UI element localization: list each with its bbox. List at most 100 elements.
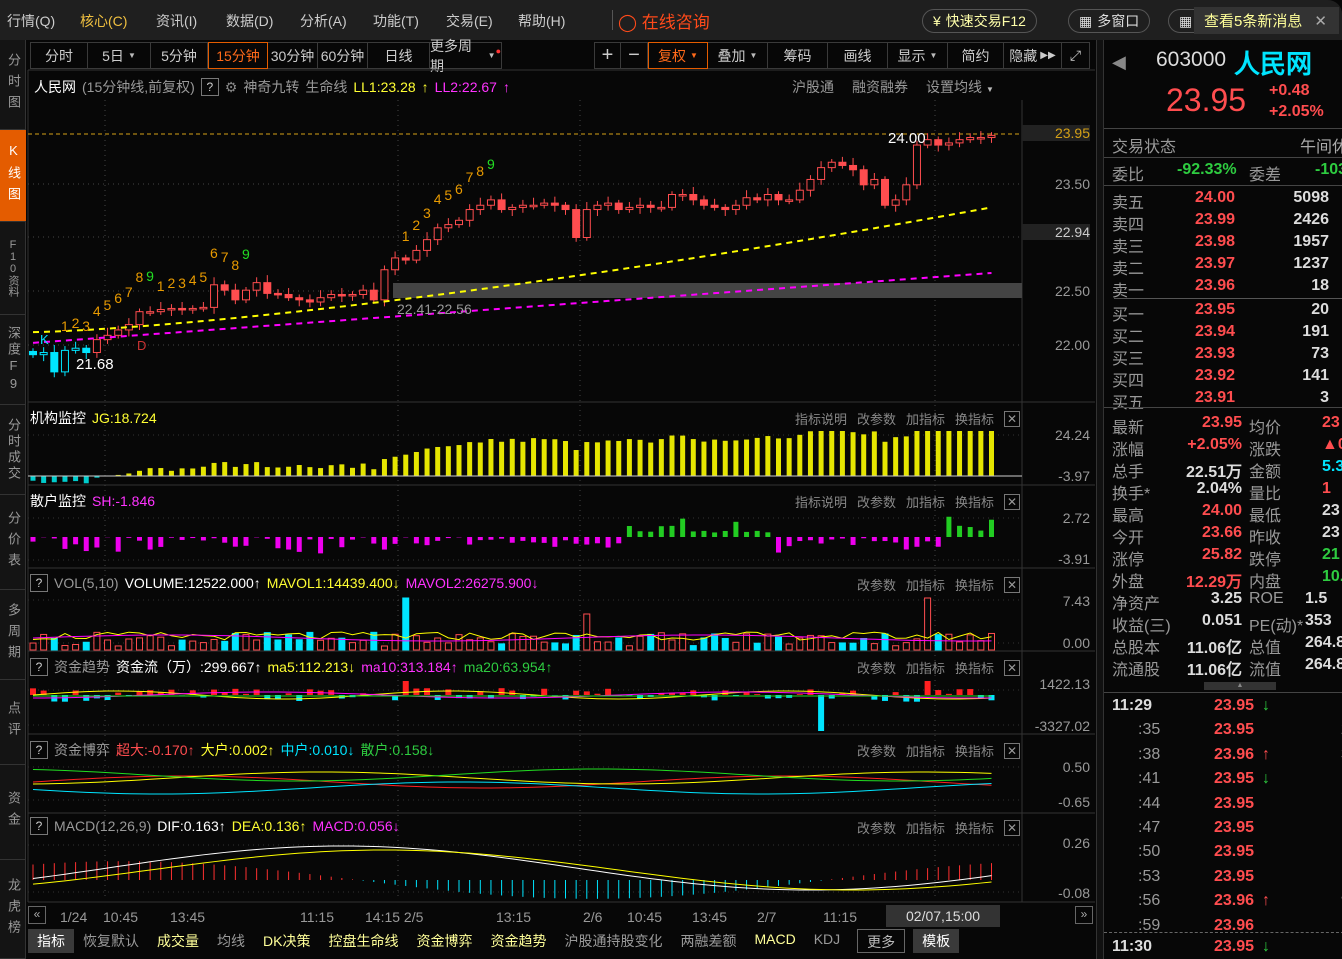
panel-tool-link[interactable]: 换指标 xyxy=(955,658,994,677)
panel-tool-link[interactable]: 换指标 xyxy=(955,492,994,511)
indicator-tab[interactable]: 控盘生命线 xyxy=(319,929,407,953)
sh-bar xyxy=(94,537,100,548)
indicator-tab[interactable]: KDJ xyxy=(805,929,849,953)
close-icon[interactable]: ✕ xyxy=(1004,819,1020,836)
cursor-time-label: 02/07,15:00 xyxy=(886,905,1000,927)
candle-body xyxy=(348,293,357,297)
panel-tool-link[interactable]: 加指标 xyxy=(906,575,945,594)
volume-bar xyxy=(434,637,442,651)
candle-body xyxy=(242,289,250,301)
candle-body xyxy=(178,307,187,311)
volume-bar xyxy=(61,645,69,651)
candle-body xyxy=(423,239,432,251)
candle-body xyxy=(29,350,37,356)
help-icon[interactable]: ? xyxy=(30,741,48,759)
panel-tool-link[interactable]: 改参数 xyxy=(857,658,896,677)
close-icon[interactable]: ✕ xyxy=(1004,410,1020,427)
volume-bar xyxy=(274,639,282,651)
panel-splitter[interactable] xyxy=(1096,40,1103,959)
close-icon[interactable]: ✕ xyxy=(1004,659,1020,676)
stat-value: 10.22 xyxy=(1322,568,1342,585)
panel-tool-link[interactable]: 加指标 xyxy=(906,409,945,428)
stat-row: 净资产 3.25 ROE 1.5 xyxy=(1112,590,1342,613)
panel-tool-link[interactable]: 加指标 xyxy=(906,741,945,760)
close-icon[interactable]: ✕ xyxy=(1004,742,1020,759)
panel-tool-link[interactable]: 改参数 xyxy=(857,818,896,837)
jg-bar xyxy=(307,467,313,476)
stat-label: 涨停 xyxy=(1112,552,1145,569)
indicator-tab[interactable]: 资金博弈 xyxy=(407,929,481,953)
candle-body xyxy=(210,284,219,308)
stat-label: 流值 xyxy=(1249,662,1282,679)
candle-body xyxy=(657,206,666,210)
kline-chart[interactable] xyxy=(0,0,1100,930)
indicator-tab[interactable]: 指标 xyxy=(28,929,74,953)
nine-turn-digit: 1 xyxy=(156,277,165,294)
indicator-tab[interactable]: 模板 xyxy=(913,929,960,953)
help-icon[interactable]: ? xyxy=(30,574,48,592)
stat-value: 23 xyxy=(1322,524,1340,541)
help-icon[interactable]: ? xyxy=(30,658,48,676)
candle-body xyxy=(817,167,826,180)
panel-tool-link[interactable]: 改参数 xyxy=(857,741,896,760)
scroll-right-button[interactable]: » xyxy=(1075,906,1093,924)
sh-bar xyxy=(413,537,419,544)
indicator-tab[interactable]: 沪股通持股变化 xyxy=(555,929,671,953)
sh-bar xyxy=(818,537,824,544)
tick-time: :41 xyxy=(1138,770,1161,788)
stat-label: 外盘 xyxy=(1112,574,1145,591)
indicator-tab[interactable]: 更多 xyxy=(857,929,906,953)
indicator-tab[interactable]: MACD xyxy=(745,929,804,953)
panel-tool-link[interactable]: 换指标 xyxy=(955,818,994,837)
indicator-explain-link[interactable]: 指标说明 xyxy=(795,409,847,428)
candle-body xyxy=(806,178,815,191)
volume-bar xyxy=(402,597,410,651)
panel-tool-link[interactable]: 换指标 xyxy=(955,409,994,428)
volume-bar xyxy=(508,633,516,651)
stat-label: 最低 xyxy=(1249,508,1282,525)
sh-bar xyxy=(392,537,398,544)
panel-value: 资金流（万）:299.667↑ xyxy=(116,659,262,675)
panel-tool-link[interactable]: 改参数 xyxy=(857,575,896,594)
stat-row: 最新 23.95 均价 23 xyxy=(1112,414,1342,437)
indicator-tab[interactable]: 资金趋势 xyxy=(481,929,555,953)
indicator-tab[interactable]: 成交量 xyxy=(148,929,208,953)
candle-body xyxy=(604,202,613,206)
indicator-tab[interactable]: 均线 xyxy=(208,929,254,953)
indicator-tab[interactable]: 恢复默认 xyxy=(74,929,148,953)
candle-body xyxy=(774,194,783,201)
panel-tool-link[interactable]: 换指标 xyxy=(955,741,994,760)
volume-bar xyxy=(359,639,367,651)
stat-label: 昨收 xyxy=(1249,530,1282,547)
sh-bar xyxy=(850,537,856,545)
panel-tool-link[interactable]: 加指标 xyxy=(906,818,945,837)
volume-bar xyxy=(444,642,452,651)
indicator-tab[interactable]: 两融差额 xyxy=(671,929,745,953)
sh-bar xyxy=(648,531,654,537)
help-icon[interactable]: ? xyxy=(30,817,48,835)
nine-turn-digit: 6 xyxy=(114,290,122,307)
panel-tool-link[interactable]: 换指标 xyxy=(955,575,994,594)
scroll-left-button[interactable]: « xyxy=(28,906,46,924)
panel-tool-link[interactable]: 加指标 xyxy=(906,658,945,677)
close-icon[interactable]: ✕ xyxy=(1314,12,1327,30)
candle-body xyxy=(550,202,559,206)
expand-handle[interactable]: ▲ xyxy=(1204,682,1276,690)
close-icon[interactable]: ✕ xyxy=(1004,576,1020,593)
zjby-panel-title: ? 资金博弈 超大:-0.170↑ 大户:0.002↑ 中户:0.010↓ 散户:0.15… xyxy=(30,740,434,760)
candle-body xyxy=(476,204,485,211)
news-notification[interactable]: 查看5条新消息 ✕ xyxy=(1194,7,1339,34)
panel-tool-link[interactable]: 加指标 xyxy=(906,492,945,511)
panel-tool-link[interactable]: 改参数 xyxy=(857,409,896,428)
fund-flow-bar xyxy=(945,693,952,695)
close-icon[interactable]: ✕ xyxy=(1004,493,1020,510)
level-volume: 18 xyxy=(1311,277,1329,294)
collapse-left-icon[interactable]: ◀ xyxy=(1112,52,1126,73)
jg-bar xyxy=(531,438,537,476)
jg-bar xyxy=(222,462,228,476)
volume-bar xyxy=(583,613,591,651)
indicator-tab[interactable]: DK决策 xyxy=(254,929,319,953)
indicator-explain-link[interactable]: 指标说明 xyxy=(795,492,847,511)
panel-axis-label: 0.00 xyxy=(1062,635,1090,651)
panel-tool-link[interactable]: 改参数 xyxy=(857,492,896,511)
